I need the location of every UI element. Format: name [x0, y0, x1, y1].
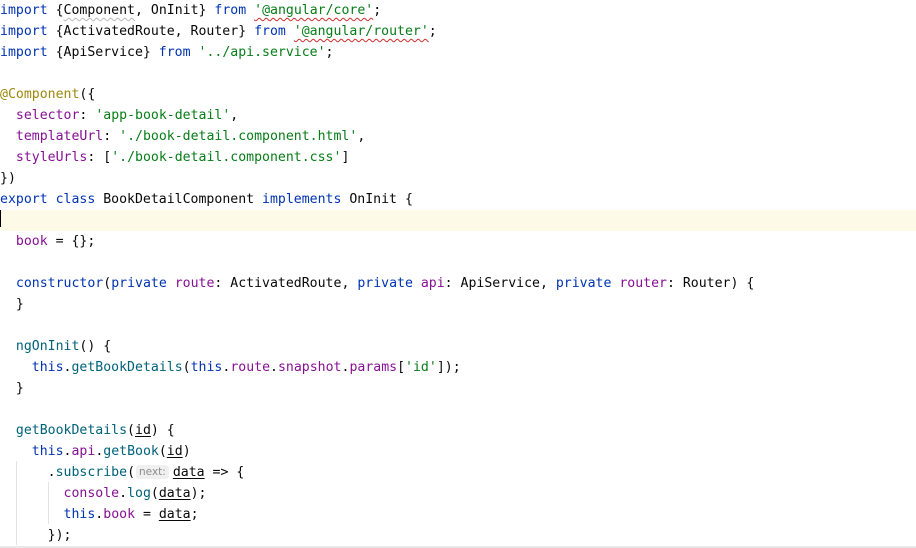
code-line-22: this.api.getBook(id)	[31, 444, 191, 459]
code-line-17: ngOnInit() {	[15, 339, 112, 354]
parameter-hint: next:	[136, 465, 169, 479]
code-line-26: });	[0, 528, 72, 543]
code-line-12: book = {};	[15, 234, 96, 249]
code-line-6: selector: 'app-book-detail',	[15, 108, 239, 123]
current-line[interactable]	[0, 210, 916, 231]
code-line-3: import {ApiService} from '../api.service…	[0, 45, 334, 60]
code-line-10: export class BookDetailComponent impleme…	[0, 192, 413, 207]
code-line-25: this.book = data;	[63, 507, 199, 522]
code-line-2: import {ActivatedRoute, Router} from '@a…	[0, 24, 437, 39]
code-line-19: }	[0, 381, 24, 396]
code-editor[interactable]: import {Component, OnInit} from '@angula…	[0, 0, 916, 548]
code-line-21: getBookDetails(id) {	[15, 423, 175, 438]
unresolved-import-path: '@angular/router'	[293, 24, 429, 39]
code-line-7: templateUrl: './book-detail.component.ht…	[15, 129, 366, 144]
code-line-24: console.log(data);	[63, 486, 207, 501]
code-line-5: @Component({	[0, 87, 96, 102]
unresolved-import-path: '@angular/core'	[254, 3, 374, 18]
code-line-18: this.getBookDetails(this.route.snapshot.…	[31, 360, 461, 375]
code-line-15: }	[0, 297, 24, 312]
code-line-1: import {Component, OnInit} from '@angula…	[0, 3, 382, 18]
code-line-14: constructor(private route: ActivatedRout…	[15, 276, 755, 291]
code-line-9: })	[0, 171, 16, 186]
code-line-23: .subscribe(next: data => {	[47, 465, 245, 480]
text-caret	[0, 210, 1, 227]
code-line-8: styleUrls: ['./book-detail.component.css…	[15, 150, 350, 165]
